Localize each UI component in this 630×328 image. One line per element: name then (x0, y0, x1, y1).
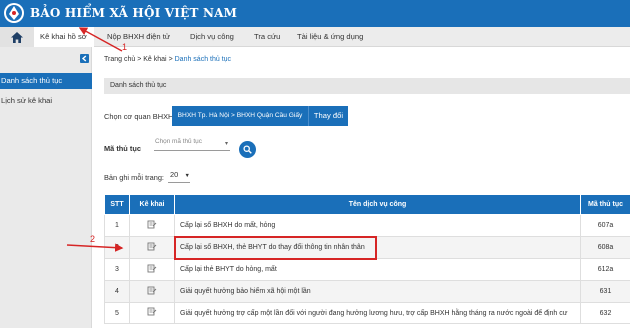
declare-icon (147, 264, 157, 273)
row-procedure-code: 612a (580, 258, 630, 281)
agency-value: BHXH Tp. Hà Nội > BHXH Quận Cầu Giấy (172, 106, 308, 126)
breadcrumb: Trang chủ > Kê khai > Danh sách thủ tục (104, 56, 231, 63)
nav-nop-bhxh-dien-tu[interactable]: Nộp BHXH điện tử (107, 27, 170, 47)
declare-action[interactable] (129, 258, 175, 281)
row-service-name: Giải quyết hưởng trợ cấp một lần đối với… (174, 302, 581, 324)
page-size-value: 20 (170, 170, 179, 179)
table-row: 4 Giải quyết hưởng bảo hiểm xã hội một l… (104, 280, 630, 303)
chevron-down-icon: ▾ (224, 141, 228, 147)
row-stt: 1 (104, 214, 130, 237)
declare-action[interactable] (129, 236, 175, 259)
col-header-ke-khai: Kê khai (129, 194, 175, 215)
caret-down-icon: ▼ (184, 173, 190, 179)
nav-tra-cuu[interactable]: Tra cứu (254, 27, 280, 47)
sidebar: Danh sách thủ tục Lịch sử kê khai (0, 47, 92, 328)
brand-title: BẢO HIỂM XÃ HỘI VIỆT NAM (30, 6, 238, 20)
main-nav: Kê khai hồ sơ Nộp BHXH điện tử Dịch vụ c… (0, 27, 630, 47)
sidebar-toggle[interactable] (0, 53, 92, 66)
declare-icon (147, 307, 157, 316)
procedure-code-label: Mã thủ tục (104, 144, 141, 153)
row-procedure-code: 631 (580, 280, 630, 303)
panel-title: Danh sách thủ tục (104, 78, 630, 94)
row-procedure-code: 608a (580, 236, 630, 259)
app-header: BẢO HIỂM XÃ HỘI VIỆT NAM (0, 0, 630, 27)
table-row: 1 Cấp lại sổ BHXH do mất, hỏng 607a (104, 214, 630, 237)
nav-tai-lieu-ung-dung[interactable]: Tài liệu & ứng dụng (297, 27, 363, 47)
sidebar-item-lich-su-ke-khai[interactable]: Lịch sử kê khai (0, 93, 92, 109)
logo-icon (4, 3, 24, 23)
row-service-name: Cấp lại sổ BHXH, thẻ BHYT do thay đổi th… (174, 236, 581, 259)
declare-action[interactable] (129, 214, 175, 237)
annotation-step-1: 1 (122, 42, 128, 52)
row-procedure-code: 607a (580, 214, 630, 237)
declare-icon (147, 286, 157, 295)
declare-action[interactable] (129, 280, 175, 303)
declare-action[interactable] (129, 302, 175, 324)
row-stt: 4 (104, 280, 130, 303)
breadcrumb-ke-khai[interactable]: Kê khai (143, 56, 166, 63)
breadcrumb-current: Danh sách thủ tục (174, 56, 232, 63)
row-service-name: Giải quyết hưởng bảo hiểm xã hội một lần (174, 280, 581, 303)
table-row: 5 Giải quyết hưởng trợ cấp một lần đối v… (104, 302, 630, 324)
nav-ke-khai-ho-so[interactable]: Kê khai hồ sơ (34, 27, 94, 47)
row-service-name: Cấp lại thẻ BHYT do hỏng, mất (174, 258, 581, 281)
row-procedure-code: 632 (580, 302, 630, 324)
col-header-ma-thu-tuc: Mã thủ tục (580, 194, 630, 215)
row-stt: 5 (104, 302, 130, 324)
breadcrumb-separator: > (137, 56, 142, 63)
procedures-table: STT Kê khai Tên dịch vụ công Mã thủ tục … (104, 194, 630, 324)
row-stt: 2 (104, 236, 130, 259)
breadcrumb-home[interactable]: Trang chủ (104, 56, 135, 63)
change-agency-button[interactable]: Thay đổi (308, 106, 348, 126)
collapse-arrow-icon (80, 54, 89, 63)
declare-icon (147, 242, 157, 251)
search-icon (243, 145, 252, 154)
procedure-code-placeholder: Chọn mã thủ tục (155, 138, 202, 145)
annotation-step-2: 2 (90, 234, 96, 244)
declare-icon (147, 220, 157, 229)
search-button[interactable] (239, 141, 256, 158)
row-service-name: Cấp lại sổ BHXH do mất, hỏng (174, 214, 581, 237)
procedure-code-select[interactable]: Chọn mã thủ tục ▾ (154, 138, 230, 151)
sidebar-item-danh-sach-thu-tuc[interactable]: Danh sách thủ tục (0, 73, 92, 89)
home-button[interactable] (0, 27, 34, 47)
table-row: 2 Cấp lại sổ BHXH, thẻ BHYT do thay đổi … (104, 236, 630, 259)
col-header-ten-dich-vu: Tên dịch vụ công (174, 194, 581, 215)
col-header-stt: STT (104, 194, 130, 215)
table-row: 3 Cấp lại thẻ BHYT do hỏng, mất 612a (104, 258, 630, 281)
page-size-select[interactable]: 20 ▼ (168, 170, 190, 183)
nav-dich-vu-cong[interactable]: Dịch vụ công (190, 27, 234, 47)
home-icon (11, 31, 23, 43)
page-size-label: Bản ghi mỗi trang: (104, 173, 164, 182)
table-header-row: STT Kê khai Tên dịch vụ công Mã thủ tục (104, 194, 630, 215)
agency-label: Chọn cơ quan BHXH: (104, 112, 176, 121)
breadcrumb-separator: > (168, 56, 173, 63)
row-stt: 3 (104, 258, 130, 281)
